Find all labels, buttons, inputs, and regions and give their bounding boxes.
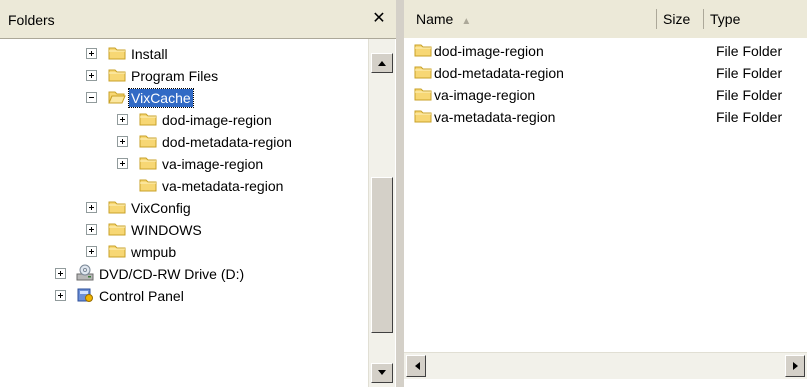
folder-icon (139, 157, 157, 170)
control-panel-icon (77, 288, 93, 302)
tree-label: Control Panel (99, 288, 184, 304)
expand-icon[interactable] (117, 114, 128, 125)
arrow-right-icon (793, 362, 798, 370)
expand-icon[interactable] (55, 268, 66, 279)
folder-icon (414, 44, 432, 57)
close-folders-button[interactable]: ✕ (370, 9, 388, 27)
tree-node-vixcache[interactable]: VixCache (0, 87, 368, 109)
scroll-down-button[interactable] (371, 363, 393, 383)
sort-ascending-icon: ▲ (461, 16, 472, 27)
file-type: File Folder (716, 43, 783, 59)
tree-label: VixConfig (131, 200, 191, 216)
tree-node-install[interactable]: Install (0, 43, 368, 65)
scroll-up-button[interactable] (371, 53, 393, 73)
tree-label: dod-metadata-region (162, 134, 292, 150)
folder-icon (139, 113, 157, 126)
folder-icon (108, 245, 126, 258)
list-item[interactable]: va-image-region File Folder (404, 84, 807, 106)
folder-icon (108, 201, 126, 214)
folder-icon (108, 47, 126, 60)
folder-icon (414, 110, 432, 123)
column-size-label: Size (663, 11, 691, 27)
expand-icon[interactable] (117, 136, 128, 147)
tree-label: va-image-region (162, 156, 264, 172)
list-item[interactable]: va-metadata-region File Folder (404, 106, 807, 128)
tree-label: va-metadata-region (162, 178, 284, 194)
tree-node-va-image-region[interactable]: va-image-region (0, 153, 368, 175)
tree-node-dvd-drive[interactable]: DVD/CD-RW Drive (D:) (0, 263, 368, 285)
column-header-name[interactable]: Name ▲ (410, 9, 657, 29)
expand-icon[interactable] (86, 202, 97, 213)
tree-node-dod-image-region[interactable]: dod-image-region (0, 109, 368, 131)
scroll-left-button[interactable] (406, 355, 426, 377)
list-item[interactable]: dod-metadata-region File Folder (404, 62, 807, 84)
folder-icon (139, 179, 157, 192)
expand-icon[interactable] (117, 158, 128, 169)
folder-icon (139, 135, 157, 148)
expand-icon[interactable] (86, 48, 97, 59)
content-pane: Name ▲ Size Type dod-image-region File Fo… (404, 0, 807, 387)
tree-label: Install (131, 46, 168, 62)
expand-icon[interactable] (86, 246, 97, 257)
content-horizontal-scrollbar[interactable] (404, 352, 807, 379)
folder-icon (414, 66, 432, 79)
column-header-size[interactable]: Size (657, 9, 704, 29)
list-item[interactable]: dod-image-region File Folder (404, 40, 807, 62)
open-folder-icon (108, 91, 126, 104)
tree-label-selected: VixCache (128, 88, 194, 108)
folders-header: Folders ✕ (0, 0, 396, 39)
tree-node-program-files[interactable]: Program Files (0, 65, 368, 87)
tree-label: WINDOWS (131, 222, 202, 238)
column-type-label: Type (710, 11, 741, 27)
column-headers: Name ▲ Size Type (404, 0, 807, 38)
arrow-left-icon (415, 362, 420, 370)
tree-label: wmpub (131, 244, 177, 260)
tree-node-wmpub[interactable]: wmpub (0, 241, 368, 263)
file-name: va-image-region (434, 87, 536, 103)
tree-node-control-panel[interactable]: Control Panel (0, 285, 368, 307)
arrow-up-icon (378, 61, 386, 66)
arrow-down-icon (378, 370, 386, 375)
dvd-drive-icon (76, 264, 94, 281)
scrollbar-thumb[interactable] (371, 177, 393, 333)
folder-tree: Install Program Files VixCache dod-image… (0, 39, 368, 387)
expand-icon[interactable] (86, 224, 97, 235)
expand-icon[interactable] (86, 70, 97, 81)
folder-icon (108, 223, 126, 236)
tree-node-vixconfig[interactable]: VixConfig (0, 197, 368, 219)
folders-pane: Folders ✕ Install Program Files VixCache… (0, 0, 396, 387)
column-header-type[interactable]: Type (704, 9, 807, 29)
tree-label: dod-image-region (162, 112, 272, 128)
tree-label: DVD/CD-RW Drive (D:) (99, 266, 245, 282)
file-name: dod-metadata-region (434, 65, 564, 81)
scroll-right-button[interactable] (785, 355, 805, 377)
file-type: File Folder (716, 109, 783, 125)
expand-icon[interactable] (55, 290, 66, 301)
pane-splitter[interactable] (396, 0, 404, 387)
collapse-icon[interactable] (86, 92, 97, 103)
file-name: va-metadata-region (434, 109, 556, 125)
file-list: dod-image-region File Folder dod-metadat… (404, 38, 807, 348)
tree-node-dod-metadata-region[interactable]: dod-metadata-region (0, 131, 368, 153)
folder-icon (414, 88, 432, 101)
folders-vertical-scrollbar[interactable] (368, 39, 395, 387)
tree-node-va-metadata-region[interactable]: va-metadata-region (0, 175, 368, 197)
column-name-label: Name (416, 11, 454, 27)
tree-label: Program Files (131, 68, 219, 84)
folder-icon (108, 69, 126, 82)
file-type: File Folder (716, 87, 783, 103)
folders-title: Folders (8, 12, 55, 28)
file-type: File Folder (716, 65, 783, 81)
tree-node-windows[interactable]: WINDOWS (0, 219, 368, 241)
file-name: dod-image-region (434, 43, 544, 59)
